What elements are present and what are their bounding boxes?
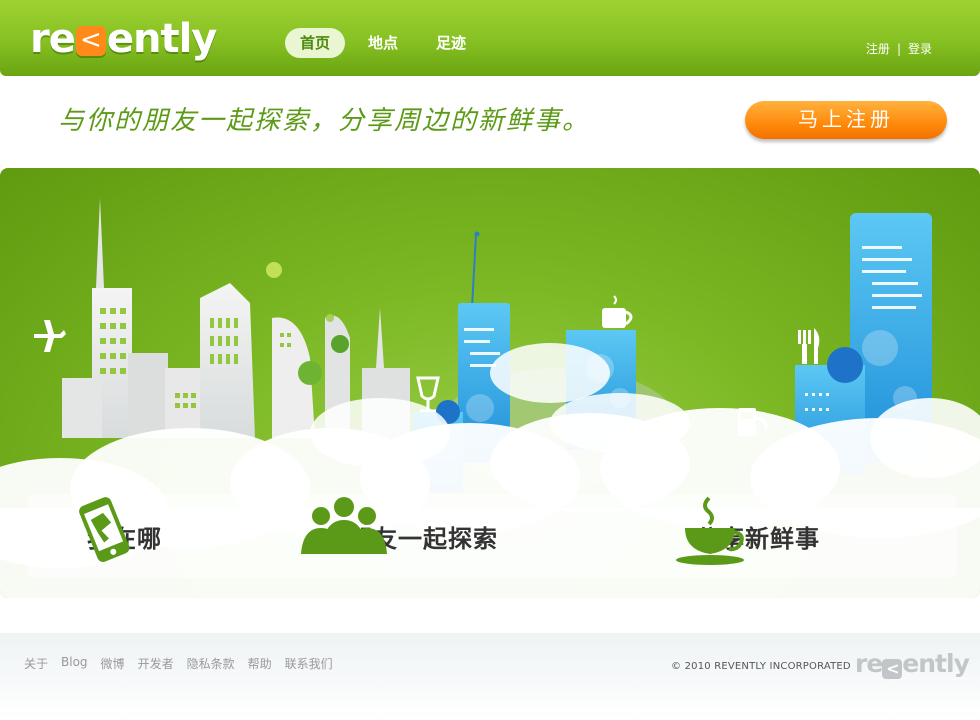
feature-bar: 我在哪 与朋友一起探索	[27, 494, 957, 578]
footer-logo-bubble-icon: <	[882, 659, 903, 679]
signup-button[interactable]: 马上注册	[745, 101, 947, 139]
coffee-mug-icon	[602, 295, 633, 328]
footer-link-help[interactable]: 帮助	[248, 655, 272, 672]
main-nav: 首页 地点 足迹	[285, 28, 489, 58]
footer-links: 关于 Blog 微博 开发者 隐私条款 帮助 联系我们	[24, 655, 346, 672]
footer-link-weibo[interactable]: 微博	[101, 655, 125, 672]
footer-logo-text-end: ently	[902, 649, 970, 678]
feature-where-am-i: 我在哪	[71, 494, 162, 578]
tagline: 与你的朋友一起探索，分享周边的新鲜事。	[58, 106, 591, 136]
page: re < ently 首页 地点 足迹 注册 | 登录 与你的朋友一起探索，分享…	[0, 0, 980, 720]
footer: 关于 Blog 微博 开发者 隐私条款 帮助 联系我们 © 2010 REVEN…	[0, 633, 980, 720]
footer-logo-text-start: re	[855, 649, 883, 678]
coffee-cup-icon	[676, 496, 744, 565]
auth-separator: |	[896, 41, 901, 56]
footer-link-privacy[interactable]: 隐私条款	[187, 655, 235, 672]
phone-map-icon	[79, 497, 130, 562]
copyright: © 2010 REVENTLY INCORPORATED	[671, 661, 851, 672]
top-header: re < ently 首页 地点 足迹 注册 | 登录	[0, 0, 980, 76]
friends-group-icon	[301, 497, 387, 554]
logo-speech-bubble-icon: <	[75, 26, 106, 56]
logo-text-end: ently	[106, 16, 218, 62]
feature-share-news: 分享新鲜事	[675, 494, 820, 578]
nav-places[interactable]: 地点	[353, 28, 413, 58]
footer-link-blog[interactable]: Blog	[61, 655, 88, 672]
airplane-icon	[34, 320, 66, 352]
feature-explore-with-friends: 与朋友一起探索	[301, 494, 498, 578]
auth-links: 注册 | 登录	[866, 40, 932, 57]
nav-home[interactable]: 首页	[285, 28, 346, 58]
footer-logo: re < ently	[855, 649, 970, 679]
hero-banner: 我在哪 与朋友一起探索	[0, 168, 980, 598]
logo-text-start: re	[30, 16, 76, 62]
footer-link-developers[interactable]: 开发者	[138, 655, 174, 672]
register-link[interactable]: 注册	[866, 40, 890, 57]
login-link[interactable]: 登录	[908, 40, 932, 57]
footer-link-contact[interactable]: 联系我们	[285, 655, 333, 672]
footer-link-about[interactable]: 关于	[24, 655, 48, 672]
fork-knife-icon	[798, 328, 820, 364]
nav-footprints[interactable]: 足迹	[421, 28, 481, 58]
logo[interactable]: re < ently	[30, 14, 218, 64]
